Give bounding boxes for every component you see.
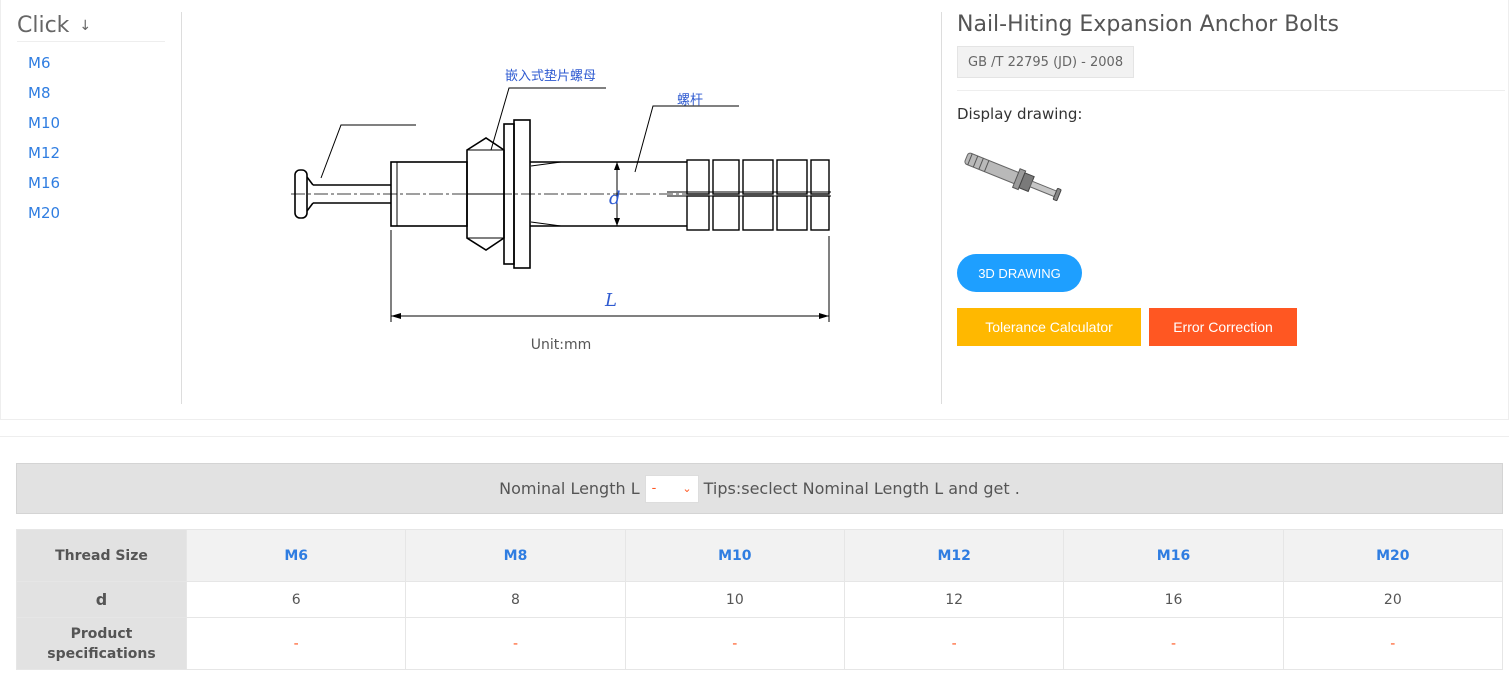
standard-badge: GB /T 22795 (JD) - 2008 (957, 46, 1135, 78)
size-link-m20[interactable]: M20 (17, 198, 165, 228)
column-header: M10 (624, 529, 845, 582)
bolt-thumbnail-image[interactable] (957, 151, 1069, 211)
length-filter-label: Nominal Length L (499, 479, 640, 498)
specs-table: Thread Size M6 M8 M10 M12 M16 M20 d 6 8 … (16, 529, 1504, 670)
d-dimension-label: d (609, 188, 621, 209)
table-header-row: Thread Size M6 M8 M10 M12 M16 M20 (16, 529, 1504, 582)
size-link-m6[interactable]: M6 (17, 48, 165, 78)
divider (957, 90, 1505, 91)
washer-nut-label: 嵌入式垫片螺母 (505, 68, 596, 84)
nominal-length-select[interactable]: - ⌄ (644, 474, 699, 503)
specs-panel: Nominal Length L - ⌄ Tips:seclect Nomina… (0, 436, 1509, 679)
row-header-product-specifications: Product specifications (16, 617, 187, 670)
product-title: Nail-Hiting Expansion Anchor Bolts (957, 12, 1339, 37)
table-row: Product specifications - - - - - - (16, 617, 1504, 670)
anchor-bolt-drawing: 嵌入式垫片螺母 螺杆 d L (291, 68, 831, 322)
table-cell: - (185, 617, 407, 670)
length-filter-tips: Tips:seclect Nominal Length L and get . (703, 479, 1020, 498)
table-cell: 12 (843, 581, 1065, 618)
tolerance-calculator-button[interactable]: Tolerance Calculator (957, 308, 1141, 346)
table-cell: 10 (624, 581, 845, 618)
chevron-down-icon: ⌄ (682, 482, 692, 495)
L-dimension-label: L (604, 290, 617, 311)
column-header: M12 (843, 529, 1065, 582)
table-cell: - (1063, 617, 1284, 670)
size-link-m16[interactable]: M16 (17, 168, 165, 198)
action-buttons: Tolerance Calculator Error Correction (957, 308, 1297, 346)
table-cell: - (624, 617, 845, 670)
screw-label: 螺杆 (677, 93, 703, 108)
row-header-d: d (16, 581, 187, 618)
error-correction-button[interactable]: Error Correction (1149, 308, 1297, 346)
divider (181, 12, 182, 404)
row-header-thread-size: Thread Size (16, 529, 187, 582)
column-header: M16 (1063, 529, 1284, 582)
table-cell: - (1282, 617, 1504, 670)
column-header: M6 (185, 529, 407, 582)
size-list: M6 M8 M10 M12 M16 M20 (17, 48, 165, 228)
top-panel: Click ↓ M6 M8 M10 M12 M16 M20 嵌入式垫片螺母 螺杆… (0, 0, 1509, 420)
unit-label: Unit:mm (530, 337, 592, 353)
table-cell: 20 (1282, 581, 1504, 618)
size-link-m10[interactable]: M10 (17, 108, 165, 138)
3d-drawing-button[interactable]: 3D DRAWING (957, 254, 1082, 292)
technical-drawing: 嵌入式垫片螺母 螺杆 d L (231, 50, 891, 340)
size-nav: Click ↓ M6 M8 M10 M12 M16 M20 (17, 10, 165, 228)
size-link-m8[interactable]: M8 (17, 78, 165, 108)
arrow-down-icon: ↓ (79, 17, 92, 34)
table-cell: 16 (1063, 581, 1284, 618)
column-header: M8 (405, 529, 626, 582)
divider (941, 12, 942, 404)
table-cell: - (405, 617, 626, 670)
table-cell: 8 (405, 581, 626, 618)
size-nav-title: Click (17, 13, 70, 38)
nominal-length-value: - (651, 481, 657, 496)
size-nav-header: Click ↓ (17, 10, 165, 42)
column-header: M20 (1282, 529, 1504, 582)
table-cell: 6 (185, 581, 407, 618)
display-drawing-label: Display drawing: (957, 105, 1083, 123)
table-cell: - (843, 617, 1065, 670)
size-link-m12[interactable]: M12 (17, 138, 165, 168)
length-filter-bar: Nominal Length L - ⌄ Tips:seclect Nomina… (16, 463, 1503, 514)
product-info: Nail-Hiting Expansion Anchor Bolts GB /T… (957, 10, 1505, 346)
table-row: d 6 8 10 12 16 20 (16, 581, 1504, 618)
